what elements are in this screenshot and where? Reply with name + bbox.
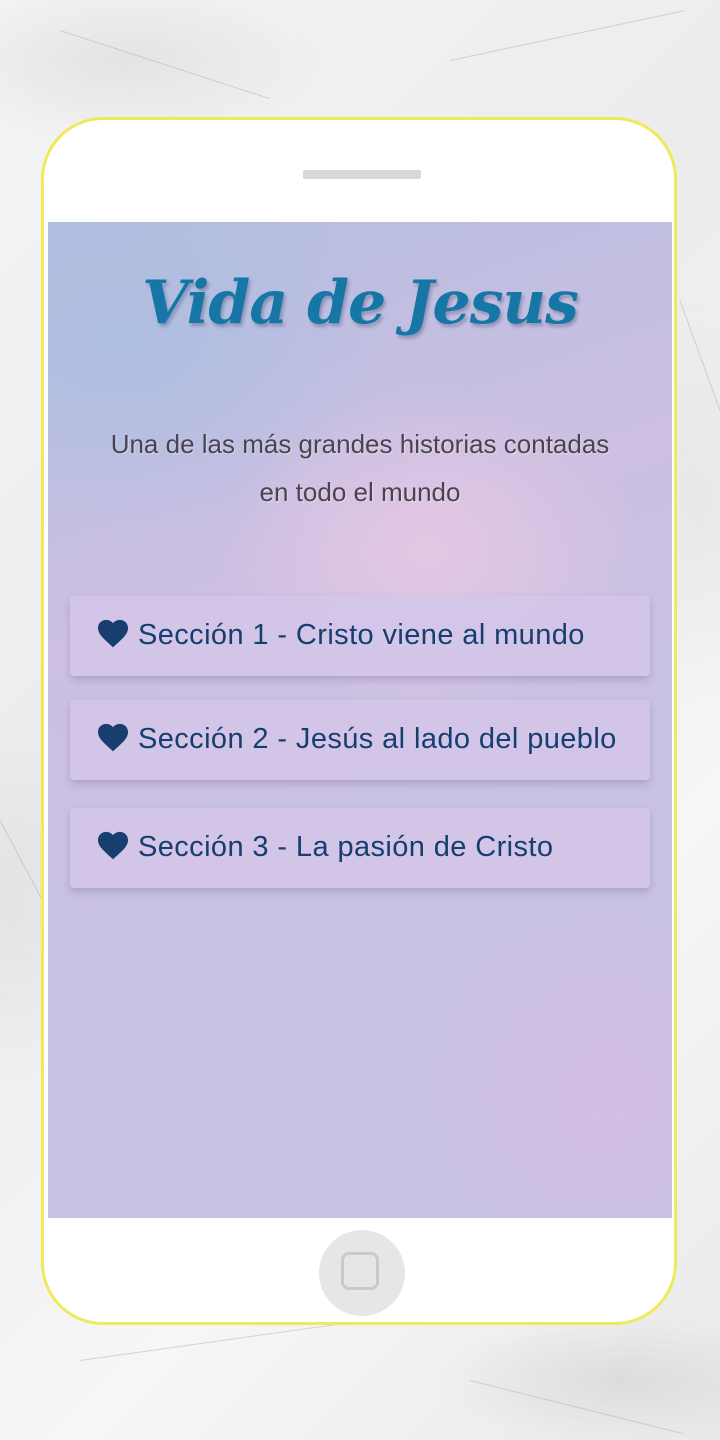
- page-title: Vida de Jesus: [142, 268, 579, 338]
- section-item-label: Sección 3 - La pasión de Cristo: [96, 831, 553, 863]
- section-item-1[interactable]: Sección 1 - Cristo viene al mundo: [70, 596, 650, 676]
- app-screen: Vida de Jesus Una de las más grandes his…: [48, 222, 672, 1218]
- marble-vein: [449, 10, 685, 61]
- marble-vein: [469, 1380, 684, 1435]
- section-item-text: Sección 2 - Jesús al lado del pueblo: [138, 723, 617, 755]
- heart-icon: [98, 831, 128, 860]
- heart-icon: [98, 723, 128, 752]
- marble-vein: [679, 300, 720, 452]
- section-item-text: Sección 3 - La pasión de Cristo: [138, 831, 554, 863]
- section-item-3[interactable]: Sección 3 - La pasión de Cristo: [70, 808, 650, 888]
- heart-icon: [98, 619, 128, 648]
- marble-vein: [59, 30, 270, 99]
- section-item-label: Sección 2 - Jesús al lado del pueblo: [96, 723, 617, 755]
- phone-speaker: [303, 170, 421, 179]
- page-subtitle: Una de las más grandes historias contada…: [110, 429, 610, 507]
- phone-frame: Vida de Jesus Una de las más grandes his…: [41, 117, 677, 1325]
- marble-vein: [79, 1323, 338, 1361]
- home-square-icon: [341, 1252, 379, 1290]
- section-list: Sección 1 - Cristo viene al mundo Secció…: [70, 596, 650, 912]
- section-item-label: Sección 1 - Cristo viene al mundo: [96, 619, 585, 651]
- home-button[interactable]: [319, 1230, 405, 1316]
- section-item-text: Sección 1 - Cristo viene al mundo: [138, 619, 585, 651]
- section-item-2[interactable]: Sección 2 - Jesús al lado del pueblo: [70, 700, 650, 780]
